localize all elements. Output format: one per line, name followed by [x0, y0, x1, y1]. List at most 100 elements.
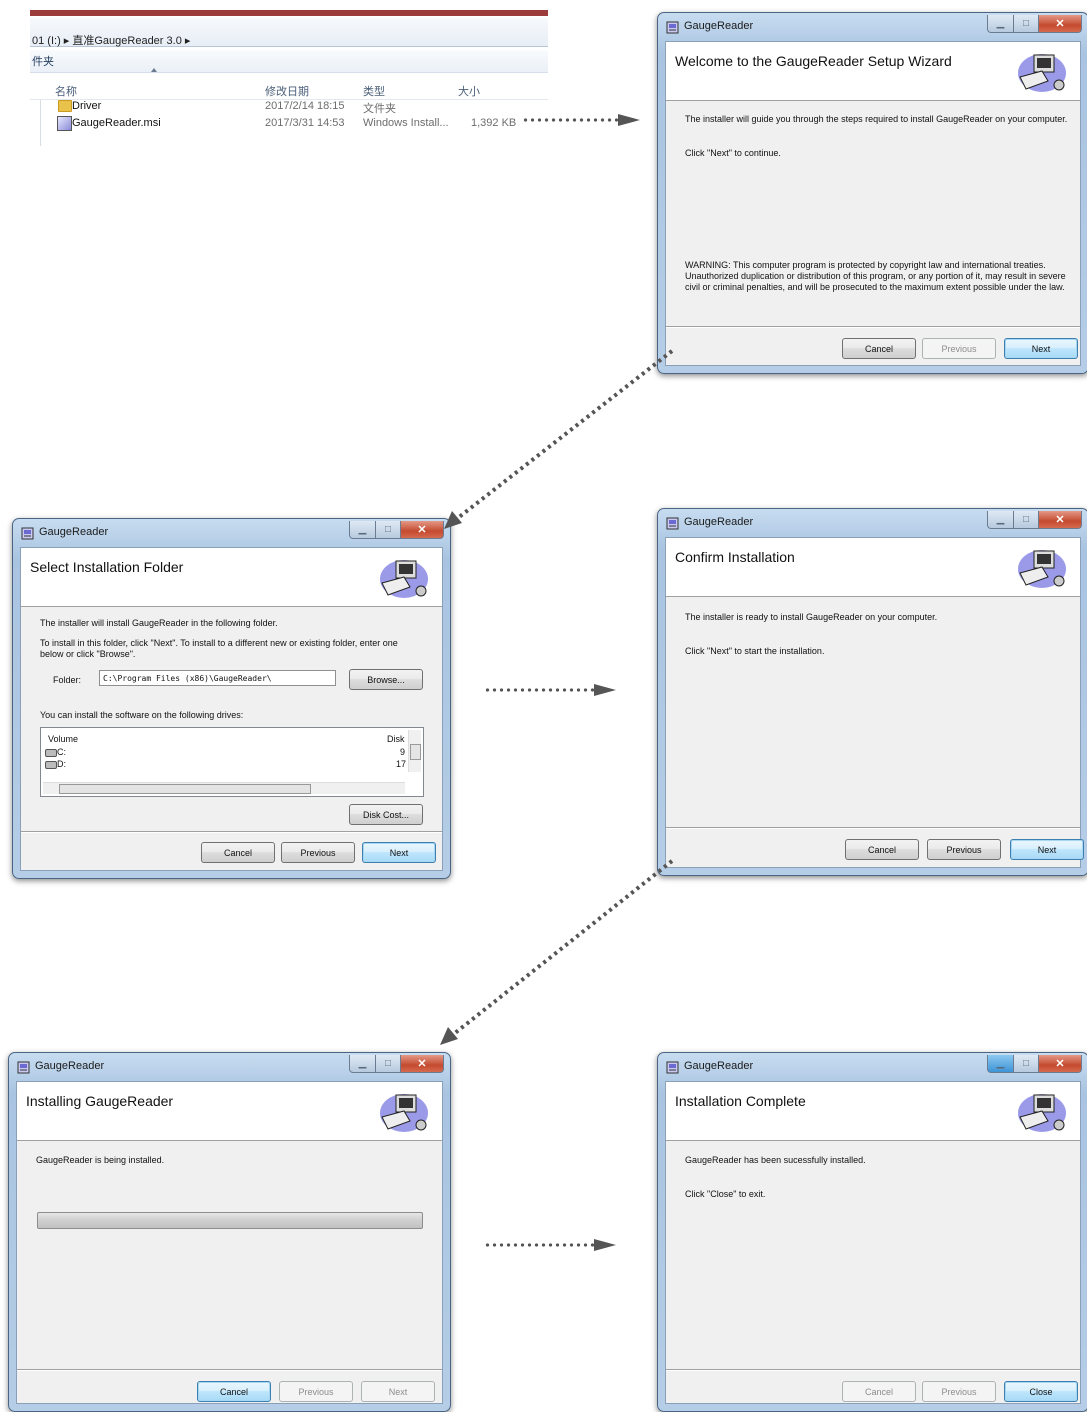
- column-name[interactable]: 名称: [55, 83, 77, 99]
- disk-cost-button[interactable]: Disk Cost...: [349, 804, 423, 825]
- window-title: GaugeReader: [39, 526, 109, 538]
- previous-button[interactable]: Previous: [922, 1381, 996, 1402]
- title-bar[interactable]: GaugeReader ▁ □ ✕: [9, 1053, 450, 1080]
- window-controls: ▁ □ ✕: [987, 1055, 1082, 1073]
- drives-list[interactable]: Volume Disk C: 9 D: 17: [40, 727, 424, 797]
- close-window-button[interactable]: ✕: [1039, 1055, 1082, 1073]
- computer-setup-icon: [1018, 54, 1066, 92]
- computer-setup-icon: [380, 1094, 428, 1132]
- folder-path-input[interactable]: C:\Program Files (x86)\GaugeReader\: [99, 670, 336, 686]
- cancel-button[interactable]: Cancel: [845, 839, 919, 860]
- previous-button[interactable]: Previous: [922, 338, 996, 359]
- drive-disk: 17: [396, 759, 407, 769]
- minimize-button[interactable]: ▁: [349, 1055, 376, 1073]
- cancel-button[interactable]: Cancel: [201, 842, 275, 863]
- horizontal-scrollbar[interactable]: [43, 782, 405, 794]
- title-bar[interactable]: GaugeReader ▁ □ ✕: [658, 13, 1087, 40]
- banner: Confirm Installation: [666, 538, 1080, 597]
- explorer-top-border: [30, 10, 548, 16]
- maximize-button[interactable]: □: [1014, 15, 1039, 33]
- next-button[interactable]: Next: [1010, 839, 1084, 860]
- dialog-client: Confirm Installation The installer is re…: [665, 537, 1084, 868]
- close-button[interactable]: Close: [1004, 1381, 1078, 1402]
- drive-volume: D:: [57, 759, 66, 769]
- maximize-button[interactable]: □: [376, 521, 401, 539]
- close-window-button[interactable]: ✕: [401, 521, 444, 539]
- column-date[interactable]: 修改日期: [265, 83, 309, 99]
- close-window-button[interactable]: ✕: [401, 1055, 444, 1073]
- select-folder-dialog: GaugeReader ▁ □ ✕ Select Installation Fo…: [12, 518, 451, 879]
- breadcrumb-bar[interactable]: 01 (I:) ▸ 直准GaugeReader 3.0 ▸: [30, 18, 548, 47]
- file-row-msi[interactable]: GaugeReader.msi 2017/3/31 14:53 Windows …: [30, 115, 548, 131]
- drive-disk: 9: [400, 747, 406, 757]
- flow-arrow-shaft: [484, 1243, 594, 1247]
- drive-icon: [45, 761, 57, 769]
- window-title: GaugeReader: [684, 20, 754, 32]
- close-window-button[interactable]: ✕: [1039, 511, 1082, 529]
- dialog-client: Welcome to the GaugeReader Setup Wizard …: [665, 41, 1081, 366]
- close-window-button[interactable]: ✕: [1039, 15, 1082, 33]
- next-button[interactable]: Next: [362, 842, 436, 863]
- install-progress-bar: [37, 1212, 423, 1229]
- separator: [666, 1369, 1080, 1371]
- maximize-button[interactable]: □: [376, 1055, 401, 1073]
- column-headers: 名称 修改日期 类型 大小: [30, 75, 548, 100]
- next-button[interactable]: Next: [1004, 338, 1078, 359]
- flow-arrow-shaft: [484, 688, 594, 692]
- flow-arrowhead: [618, 114, 640, 126]
- minimize-button[interactable]: ▁: [987, 511, 1014, 529]
- maximize-button[interactable]: □: [1014, 1055, 1039, 1073]
- file-name: GaugeReader.msi: [72, 117, 161, 129]
- dialog-client: Installing GaugeReader GaugeReader is be…: [16, 1081, 443, 1404]
- instructions-text: To install in this folder, click "Next".…: [40, 638, 398, 659]
- sort-arrow-icon: [151, 68, 157, 72]
- file-date: 2017/3/31 14:53: [265, 117, 345, 129]
- cancel-button[interactable]: Cancel: [842, 338, 916, 359]
- minimize-button[interactable]: ▁: [349, 521, 376, 539]
- separator: [666, 326, 1080, 328]
- column-size[interactable]: 大小: [458, 83, 480, 99]
- dialog-heading: Confirm Installation: [675, 549, 795, 565]
- previous-button[interactable]: Previous: [927, 839, 1001, 860]
- scrollbar-thumb[interactable]: [59, 784, 311, 794]
- browse-button[interactable]: Browse...: [349, 669, 423, 690]
- next-button[interactable]: Next: [361, 1381, 435, 1402]
- vertical-scrollbar[interactable]: [408, 730, 421, 772]
- breadcrumb[interactable]: 01 (I:) ▸ 直准GaugeReader 3.0 ▸: [32, 32, 190, 48]
- maximize-button[interactable]: □: [1014, 511, 1039, 529]
- dialog-heading: Welcome to the GaugeReader Setup Wizard: [675, 53, 952, 69]
- previous-button[interactable]: Previous: [281, 842, 355, 863]
- computer-setup-icon: [380, 560, 428, 598]
- folder-label: Folder:: [53, 675, 82, 685]
- cancel-button[interactable]: Cancel: [197, 1381, 271, 1402]
- explorer-toolbar: 件夹: [30, 50, 548, 73]
- window-title: GaugeReader: [35, 1060, 105, 1072]
- column-disk[interactable]: Disk: [387, 734, 405, 745]
- computer-setup-icon: [1018, 1094, 1066, 1132]
- cancel-button[interactable]: Cancel: [842, 1381, 916, 1402]
- file-explorer: 01 (I:) ▸ 直准GaugeReader 3.0 ▸ 件夹 名称 修改日期…: [30, 10, 548, 146]
- separator: [666, 827, 1080, 829]
- title-bar[interactable]: GaugeReader ▁ □ ✕: [658, 1053, 1087, 1080]
- window-controls: ▁ □ ✕: [987, 511, 1082, 529]
- file-type: Windows Install...: [363, 117, 449, 129]
- minimize-button[interactable]: ▁: [987, 15, 1014, 33]
- banner: Welcome to the GaugeReader Setup Wizard: [666, 42, 1080, 101]
- success-text: GaugeReader has been sucessfully install…: [685, 1155, 866, 1165]
- title-bar[interactable]: GaugeReader ▁ □ ✕: [658, 509, 1087, 536]
- title-bar[interactable]: GaugeReader ▁ □ ✕: [13, 519, 450, 546]
- column-type[interactable]: 类型: [363, 83, 385, 99]
- banner: Installing GaugeReader: [17, 1082, 442, 1141]
- file-type: 文件夹: [363, 103, 396, 115]
- column-volume[interactable]: Volume: [48, 734, 78, 745]
- confirm-dialog: GaugeReader ▁ □ ✕ Confirm Installation T…: [657, 508, 1087, 876]
- previous-button[interactable]: Previous: [279, 1381, 353, 1402]
- scrollbar-thumb[interactable]: [410, 744, 421, 760]
- toolbar-new-folder[interactable]: 件夹: [32, 53, 54, 69]
- installing-dialog: GaugeReader ▁ □ ✕ Installing GaugeReader…: [8, 1052, 451, 1412]
- file-row-driver[interactable]: Driver 2017/2/14 18:15 文件夹: [30, 98, 548, 115]
- minimize-button[interactable]: ▁: [987, 1055, 1014, 1073]
- computer-setup-icon: [1018, 550, 1066, 588]
- separator: [21, 831, 442, 833]
- dialog-heading: Select Installation Folder: [30, 559, 184, 575]
